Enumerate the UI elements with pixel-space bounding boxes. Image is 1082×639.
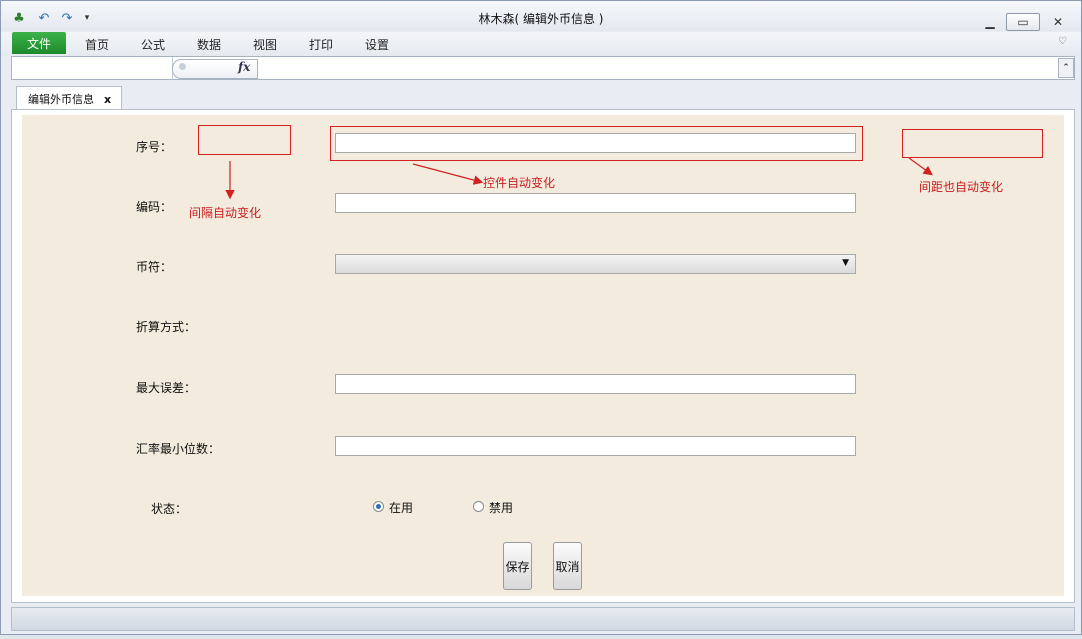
app-window: ♣ ↶ ↷ ▾ 林木森( 编辑外币信息 ) ▁ ▭ ✕ 文件 首页 公式 数据 … xyxy=(0,0,1082,635)
margin-arrow xyxy=(908,157,933,176)
spacing-annotation: 间隔自动变化 xyxy=(189,206,262,220)
control-annotation: 控件自动变化 xyxy=(483,176,556,190)
control-arrow xyxy=(412,163,484,185)
annotation-arrows xyxy=(225,157,933,200)
status-bar xyxy=(11,607,1075,631)
margin-annotation: 间距也自动变化 xyxy=(919,180,1004,194)
